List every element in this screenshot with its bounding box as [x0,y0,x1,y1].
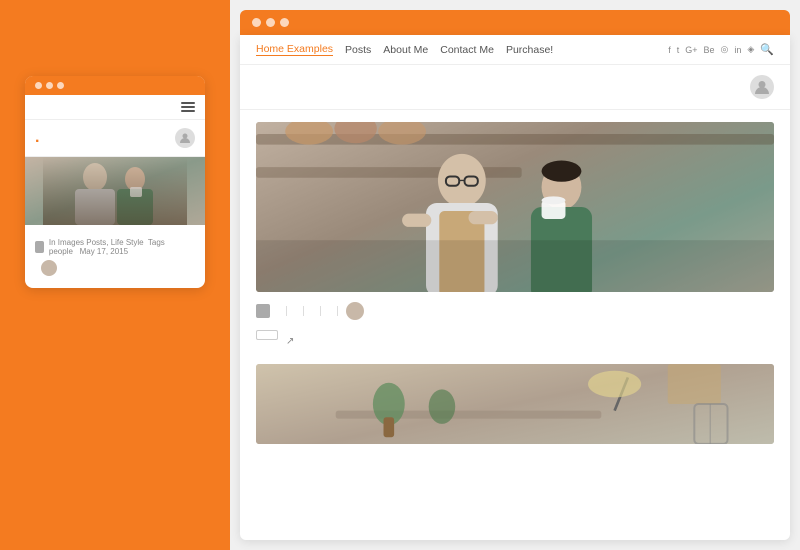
facebook-icon[interactable]: f [668,45,671,55]
meta-author-avatar [346,302,364,320]
site-header [240,65,790,110]
people-shape [43,157,187,225]
mobile-hero-image [25,157,205,225]
browser-dot-1 [252,18,261,27]
mobile-author-avatar [41,260,57,276]
nav-links: Home Examples Posts About Me Contact Me … [256,43,553,56]
mobile-preview: . [25,76,205,288]
mobile-site-header: . [25,120,205,157]
nav-about[interactable]: About Me [383,44,428,56]
mobile-post-content: In Images Posts, Life Style Tags people … [25,225,205,288]
mobile-menubar[interactable] [25,95,205,120]
left-panel: . [0,0,230,550]
hamburger-icon[interactable] [181,102,195,112]
mobile-logo: . [35,129,39,147]
browser-dot-2 [266,18,275,27]
search-icon[interactable]: 🔍 [760,43,774,56]
nav-icons: f t G+ Be ◎ in ◈ 🔍 [668,43,774,56]
mobile-meta-icon [35,241,44,253]
mobile-dot-3 [57,82,64,89]
meta-icon [256,304,270,318]
meta-divider-2 [303,306,304,316]
site-header-avatar[interactable] [750,75,774,99]
nav-home[interactable]: Home Examples [256,43,333,56]
browser-chrome [240,10,790,35]
article-meta [256,302,774,320]
browser-content: Home Examples Posts About Me Contact Me … [240,35,790,540]
browser-dot-3 [280,18,289,27]
share-icon[interactable]: ↗ [286,336,294,347]
theme-title [25,40,205,48]
hero-image [256,122,774,292]
nav-purchase[interactable]: Purchase! [506,44,553,56]
mobile-comments-row [35,260,195,276]
nav-posts[interactable]: Posts [345,44,371,56]
linkedin-icon[interactable]: in [734,45,741,55]
meta-divider-3 [320,306,321,316]
rss-icon[interactable]: ◈ [747,44,754,55]
mobile-avatar-icon [175,128,195,148]
instagram-icon[interactable]: ◎ [721,44,729,55]
behance-icon[interactable]: Be [703,45,714,55]
main-content: ↗ [240,110,790,540]
second-article-image [256,364,774,444]
gplus-icon[interactable]: G+ [685,45,697,55]
mobile-topbar [25,76,205,95]
continue-reading-button[interactable] [256,330,278,340]
meta-divider-1 [286,306,287,316]
site-nav: Home Examples Posts About Me Contact Me … [240,35,790,65]
meta-divider-4 [337,306,338,316]
twitter-icon[interactable]: t [677,45,680,55]
right-panel: Home Examples Posts About Me Contact Me … [230,0,800,550]
nav-contact[interactable]: Contact Me [440,44,494,56]
mobile-dot-2 [46,82,53,89]
mobile-meta-text: In Images Posts, Life Style Tags people … [49,238,195,256]
mobile-meta: In Images Posts, Life Style Tags people … [35,238,195,256]
mobile-dot-1 [35,82,42,89]
